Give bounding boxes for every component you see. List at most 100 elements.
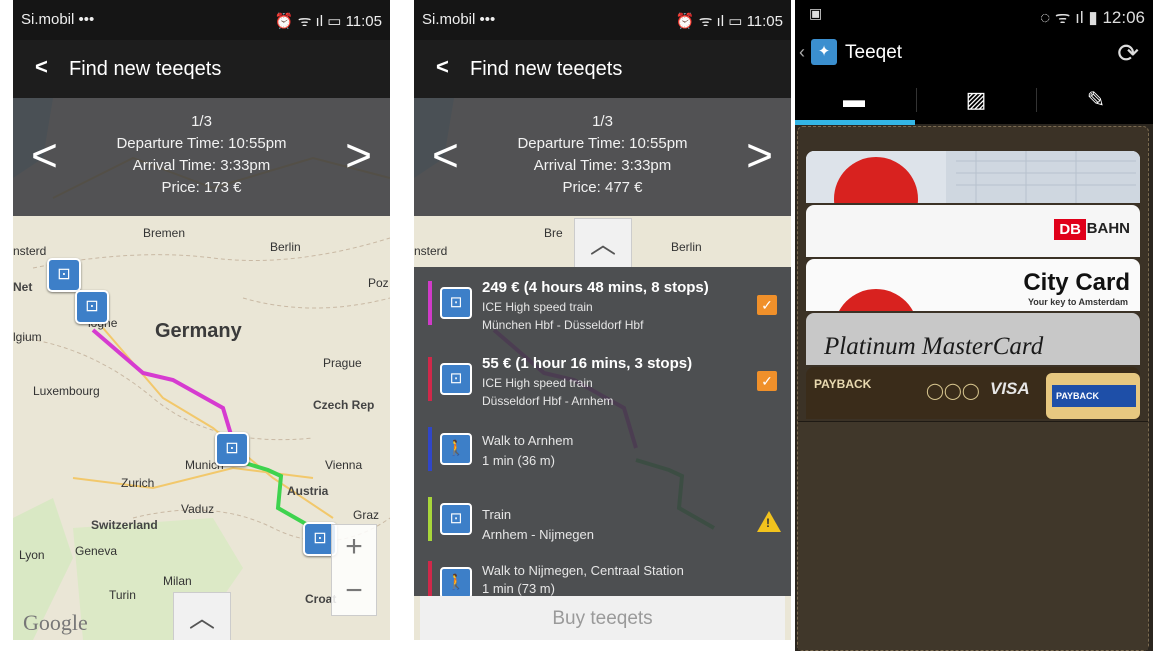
segment-duration: 1 min (73 m)	[482, 581, 555, 596]
train-station-pin[interactable]: ⊡	[47, 258, 81, 292]
card-platinum-mastercard[interactable]: Platinum MasterCard	[806, 313, 1140, 365]
train-icon: ⊡	[440, 287, 472, 319]
clock: 11:05	[345, 13, 382, 30]
trip-index: 1/3	[592, 113, 613, 130]
list-icon: ▬	[843, 87, 865, 112]
map-card-art	[806, 151, 1140, 203]
warning-icon[interactable]: !	[757, 511, 781, 532]
tab-list[interactable]: ▬	[795, 76, 913, 124]
trip-price: Price: 173 €	[161, 179, 242, 196]
segment-title: 55 € (1 hour 16 mins, 3 stops)	[482, 355, 693, 372]
buy-teeqets-button[interactable]: Buy teeqets	[420, 596, 785, 640]
map-label-belgium: lgium	[13, 330, 42, 344]
back-icon[interactable]: <	[35, 54, 48, 80]
db-logo: DB	[1054, 219, 1086, 240]
train-station-pin[interactable]: ⊡	[215, 432, 249, 466]
map-label-zurich: Zurich	[121, 476, 155, 490]
next-trip-button[interactable]: >	[345, 128, 372, 182]
card-map-ticket[interactable]	[806, 151, 1140, 203]
segment-title: Train	[482, 507, 512, 522]
zoom-out-button[interactable]: −	[332, 569, 376, 613]
map-label-netherlands: Net	[13, 280, 33, 294]
bahn-label: BAHN	[1086, 220, 1130, 237]
train-station-pin[interactable]: ⊡	[75, 290, 109, 324]
ticket-icon: ✎	[1086, 87, 1106, 112]
app-bar: ‹ ✦ Teeqet ⟳	[795, 30, 1153, 76]
map-label-prague: Prague	[323, 356, 362, 370]
segment-title: Walk to Nijmegen, Centraal Station	[482, 563, 684, 578]
route-segment[interactable]: 🚶 Walk to Arnhem 1 min (36 m)	[414, 417, 791, 487]
page-title: Teeqet	[845, 42, 903, 63]
platinum-mastercard-label: Platinum MasterCard	[824, 333, 1044, 360]
card-city-card[interactable]: City Card Your key to Amsterdam	[806, 259, 1140, 311]
previous-trip-button[interactable]: <	[31, 128, 58, 182]
trip-info-panel: < > 1/3 Departure Time: 10:55pm Arrival …	[414, 98, 791, 216]
back-icon[interactable]: ‹	[799, 42, 805, 63]
tab-map[interactable]: ▨	[917, 76, 1035, 124]
trip-info-panel: < > 1/3 Departure Time: 10:55pm Arrival …	[13, 98, 390, 216]
map-label-luxembourg: Luxembourg	[33, 384, 100, 398]
next-trip-button[interactable]: >	[746, 128, 773, 182]
map-label-austria: Austria	[287, 484, 329, 498]
checkbox-checked-icon[interactable]: ✓	[757, 371, 777, 391]
tab-bar: ▬ ▨ ✎	[795, 76, 1153, 124]
segment-color-bar	[428, 281, 432, 325]
trip-price: Price: 477 €	[562, 179, 643, 196]
tab-tickets[interactable]: ✎	[1037, 76, 1153, 124]
checkbox-checked-icon[interactable]: ✓	[757, 295, 777, 315]
back-icon[interactable]: <	[436, 54, 449, 80]
route-segment[interactable]: ⊡ 55 € (1 hour 16 mins, 3 stops) ICE Hig…	[414, 347, 791, 417]
status-icons: ⏰ ᯤ ıl ▭ 11:05	[675, 13, 783, 30]
map-label-berlin: Berlin	[270, 240, 301, 254]
trip-index: 1/3	[191, 113, 212, 130]
map-label-geneva: Geneva	[75, 544, 118, 558]
map-label-vienna: Vienna	[325, 458, 363, 472]
segment-color-bar	[428, 427, 432, 471]
clock: 12:06	[1102, 8, 1145, 27]
teeqet-logo-icon: ✦	[811, 39, 837, 65]
route-segment[interactable]: ⊡ 249 € (4 hours 48 mins, 8 stops) ICE H…	[414, 271, 791, 341]
segment-route: Düsseldorf Hbf - Arnhem	[482, 394, 614, 408]
status-icons: ⏰ ᯤ ıl ▭ 11:05	[274, 13, 382, 30]
phone-screen-wallet: ▣ ◌ ᯤ ıl ▮ 12:06 ‹ ✦ Teeqet ⟳ ▬ ▨ ✎ DB B…	[795, 0, 1153, 651]
departure-time: Departure Time: 10:55pm	[116, 135, 287, 152]
departure-time: Departure Time: 10:55pm	[517, 135, 688, 152]
zoom-in-button[interactable]: +	[332, 525, 376, 569]
status-bar: ▣ ◌ ᯤ ıl ▮ 12:06	[795, 0, 1153, 30]
card-payback-visa[interactable]: PAYBACK ◯◯◯ VISA PAYBACK	[806, 367, 1140, 419]
map-icon: ▨	[965, 87, 987, 112]
segment-color-bar	[428, 497, 432, 541]
map-label-bremen: Bremen	[143, 226, 186, 240]
segment-route: Arnhem - Nijmegen	[482, 527, 594, 542]
refresh-icon[interactable]: ⟳	[1117, 38, 1139, 69]
train-icon: ⊡	[440, 503, 472, 535]
collapse-route-button[interactable]: ︿	[574, 218, 632, 267]
olympic-rings-icon: ◯◯◯	[926, 383, 980, 400]
route-segment[interactable]: ⊡ Train Arnhem - Nijmegen !	[414, 487, 791, 557]
segment-title: Walk to Arnhem	[482, 433, 574, 448]
page-title: Find new teeqets	[69, 58, 222, 80]
map-label-bremen: Bre	[544, 226, 563, 240]
map-label-lyon: Lyon	[19, 548, 45, 562]
city-card-tagline: Your key to Amsterdam	[1027, 297, 1128, 307]
map-label-berlin: Berlin	[671, 240, 702, 254]
map-label-graz: Graz	[353, 508, 380, 522]
carrier-name: Si.mobil •••	[21, 11, 95, 28]
map-label-switzerland: Switzerland	[91, 518, 158, 532]
map-label-germany: Germany	[155, 320, 242, 342]
map-label-turin: Turin	[109, 588, 136, 602]
map-label-vaduz: Vaduz	[181, 502, 215, 516]
card-db-bahn[interactable]: DB BAHN	[806, 205, 1140, 257]
payback-inner-label: PAYBACK	[1052, 385, 1136, 407]
clock: 11:05	[746, 13, 783, 30]
segment-route: München Hbf - Düsseldorf Hbf	[482, 318, 644, 332]
arrival-time: Arrival Time: 3:33pm	[533, 157, 672, 174]
city-card-title: City Card	[1023, 269, 1130, 296]
expand-route-button[interactable]: ︿	[173, 592, 231, 640]
walk-icon: 🚶	[440, 567, 472, 599]
segment-type: ICE High speed train	[482, 300, 593, 314]
segment-color-bar	[428, 357, 432, 401]
map-label-poz: Poz	[368, 276, 389, 290]
app-bar: < Find new teeqets	[414, 40, 791, 98]
previous-trip-button[interactable]: <	[432, 128, 459, 182]
